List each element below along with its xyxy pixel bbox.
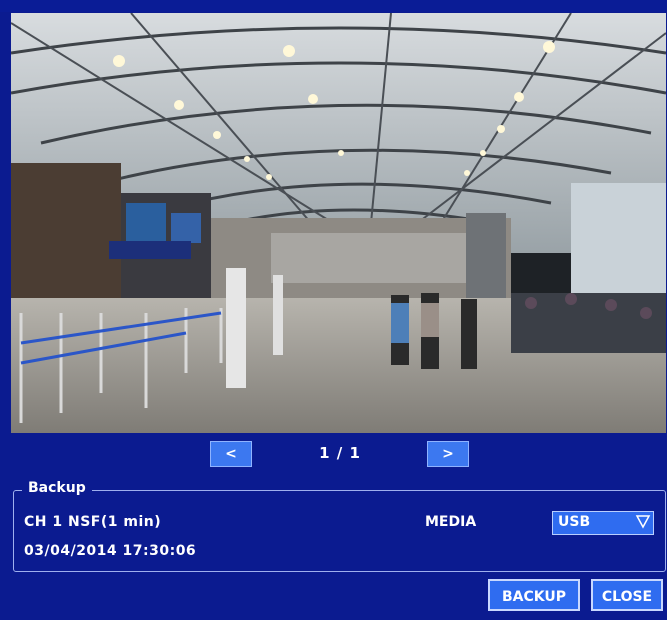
chevron-left-icon: < xyxy=(225,446,237,462)
dropdown-arrow-icon xyxy=(635,515,651,529)
channel-info: CH 1 NSF(1 min) xyxy=(24,514,162,530)
media-label: MEDIA xyxy=(425,514,477,530)
previous-page-button[interactable]: < xyxy=(210,441,252,467)
video-preview xyxy=(11,13,666,433)
page-indicator: 1 / 1 xyxy=(319,444,361,462)
chevron-right-icon: > xyxy=(442,446,454,462)
backup-button[interactable]: BACKUP xyxy=(488,579,580,611)
close-button[interactable]: CLOSE xyxy=(591,579,663,611)
preview-image xyxy=(11,13,666,433)
backup-timestamp: 03/04/2014 17:30:06 xyxy=(24,543,197,559)
backup-group-title: Backup xyxy=(22,480,92,496)
media-dropdown[interactable]: USB xyxy=(552,511,654,535)
media-selected-value: USB xyxy=(558,514,591,530)
title-bar xyxy=(0,0,667,12)
next-page-button[interactable]: > xyxy=(427,441,469,467)
